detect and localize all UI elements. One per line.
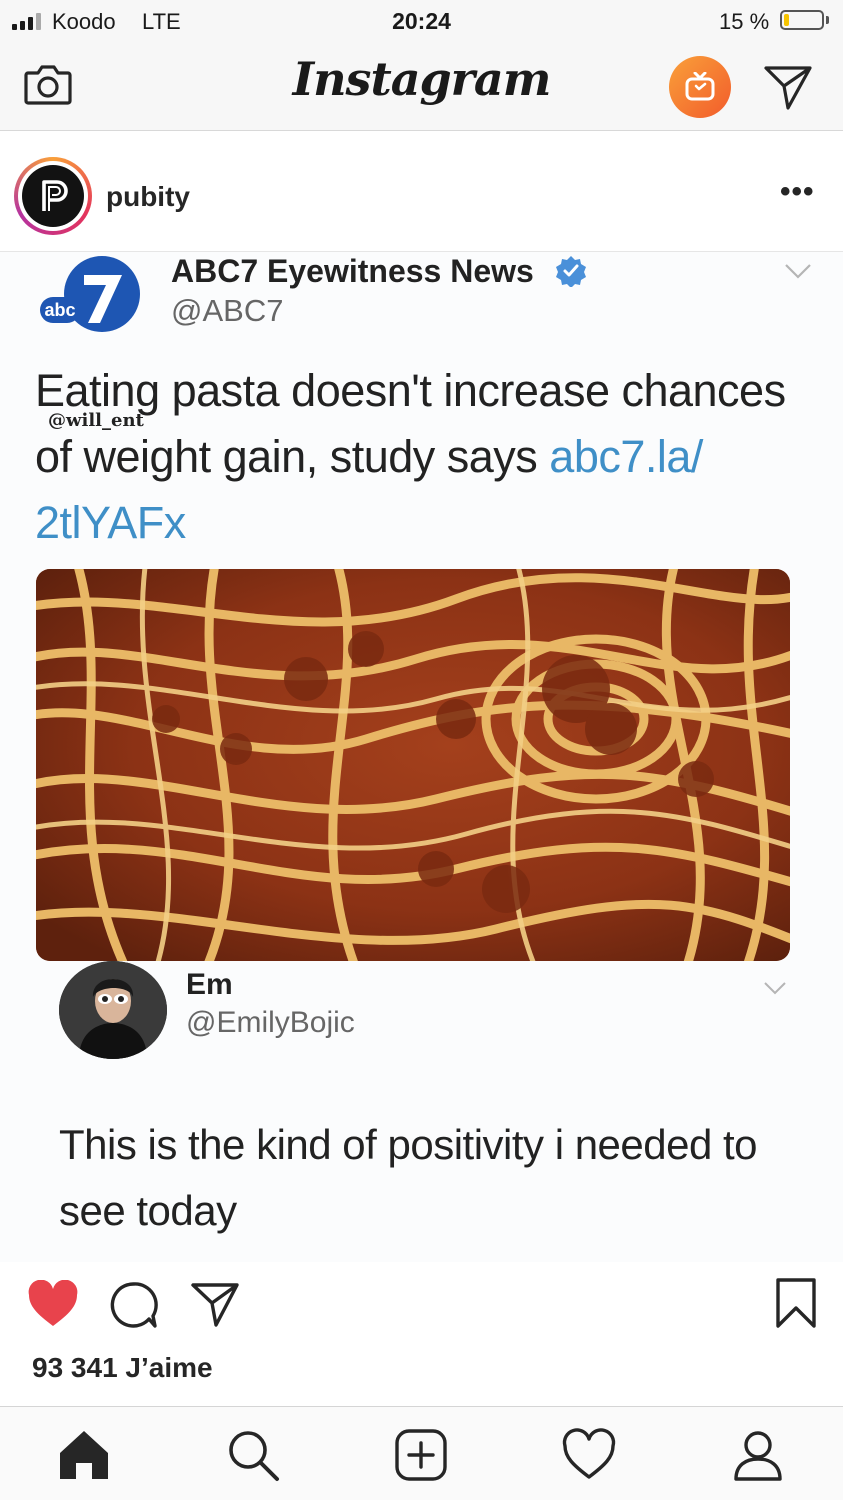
- battery-percent: 15 %: [719, 9, 770, 34]
- post-header: pubity •••: [0, 131, 843, 252]
- watermark: @will_ent: [48, 410, 144, 431]
- like-heart-icon[interactable]: [27, 1280, 79, 1328]
- pubity-logo-icon: [42, 180, 68, 211]
- more-options-icon[interactable]: •••: [780, 175, 815, 209]
- tweet-author-name: ABC7 Eyewitness News: [171, 253, 534, 289]
- tweet-author-handle: @ABC7: [171, 293, 284, 328]
- profile-icon[interactable]: [730, 1427, 786, 1483]
- add-post-icon[interactable]: [393, 1427, 449, 1483]
- spaghetti-bolognese-photo: [36, 569, 790, 961]
- chevron-down-icon: [785, 264, 811, 279]
- chevron-down-icon: [764, 982, 786, 995]
- search-icon[interactable]: [225, 1427, 281, 1483]
- verified-badge-icon: [556, 256, 586, 287]
- activity-heart-icon[interactable]: [561, 1427, 617, 1483]
- battery-icon: [780, 10, 824, 30]
- direct-send-icon[interactable]: [762, 62, 814, 114]
- battery-tip: [826, 16, 829, 24]
- post-actions: 93 341 J’aime: [0, 1262, 843, 1406]
- clock: 20:24: [392, 8, 451, 34]
- battery-level-fill: [784, 14, 789, 26]
- reply-author-handle: @EmilyBojic: [186, 1006, 355, 1039]
- post-username[interactable]: pubity: [106, 181, 190, 213]
- abc7-logo: abc: [40, 256, 140, 332]
- bottom-tab-bar: [0, 1406, 843, 1500]
- reply-text: This is the kind of positivity i needed …: [59, 1121, 758, 1234]
- tweet-text: Eating pasta doesn't increase chances of…: [35, 358, 825, 556]
- home-icon[interactable]: [56, 1427, 112, 1483]
- status-bar: Koodo LTE 20:24 15 %: [0, 0, 843, 44]
- comment-icon[interactable]: [109, 1280, 159, 1330]
- top-navigation: Instagram: [0, 44, 843, 131]
- svg-text:abc: abc: [44, 300, 75, 320]
- bookmark-icon[interactable]: [775, 1277, 817, 1329]
- likes-count[interactable]: 93 341 J’aime: [32, 1352, 213, 1384]
- reply-author-avatar: [59, 961, 167, 1059]
- avatar[interactable]: [22, 165, 84, 227]
- reply-author-name: Em: [186, 968, 233, 1001]
- igtv-icon[interactable]: [669, 56, 731, 118]
- story-ring[interactable]: [14, 157, 92, 235]
- share-icon[interactable]: [190, 1280, 240, 1330]
